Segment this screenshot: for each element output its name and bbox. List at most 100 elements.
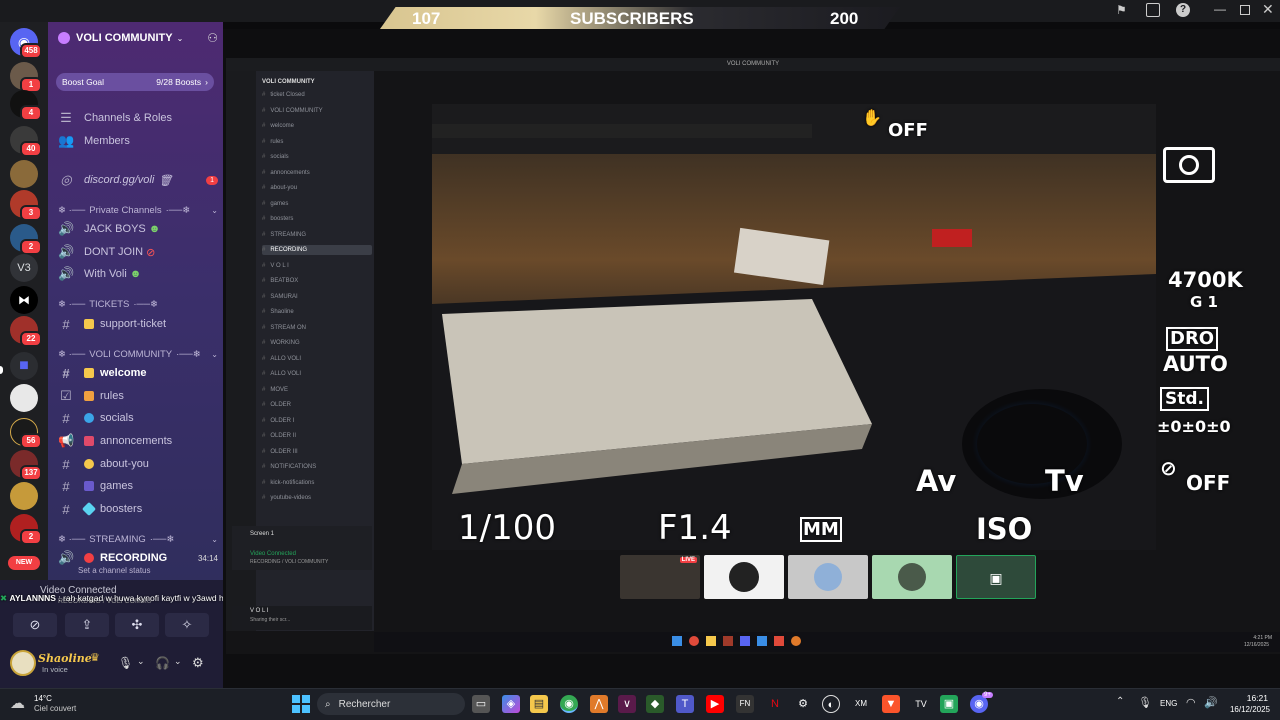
clock-time[interactable]: 16:21: [1226, 693, 1268, 703]
language-indicator[interactable]: ENG: [1160, 699, 1177, 708]
brave-icon[interactable]: ▼: [882, 695, 900, 713]
participant-thumbnail[interactable]: ▣: [956, 555, 1036, 599]
app-icon[interactable]: FN: [736, 695, 754, 713]
start-button[interactable]: [292, 695, 310, 713]
inner-channel-item[interactable]: # annoncements: [262, 168, 372, 178]
inner-channel-item[interactable]: # SAMURAI: [262, 292, 372, 302]
category-private[interactable]: ❄ ·── Private Channels ·──❄ ⌄: [58, 205, 218, 216]
server-icon[interactable]: 22: [10, 316, 42, 347]
soundboard-button[interactable]: ✧: [165, 613, 209, 637]
tradingview-icon[interactable]: TV: [912, 695, 930, 713]
flag-icon[interactable]: ⚑: [1116, 3, 1130, 17]
server-icon[interactable]: [10, 384, 38, 412]
server-icon[interactable]: 2: [10, 224, 42, 255]
channel-rules[interactable]: ☑ rules: [58, 386, 218, 406]
weather-temp[interactable]: 14°C: [34, 694, 52, 703]
participant-thumbnail[interactable]: [788, 555, 868, 599]
tray-mic-icon[interactable]: 🎙: [1138, 696, 1152, 709]
server-icon[interactable]: 1: [10, 62, 42, 93]
server-icon[interactable]: 3: [10, 190, 42, 221]
inner-channel-item[interactable]: # STREAMING: [262, 230, 372, 240]
inner-channel-item[interactable]: # welcome: [262, 121, 372, 131]
voice-channel-jack-boys[interactable]: 🔊 JACK BOYS ☻: [58, 219, 218, 239]
copilot-icon[interactable]: ◈: [502, 695, 520, 713]
inner-channel-item[interactable]: # ALLO VOLI: [262, 354, 372, 364]
inner-channel-item[interactable]: # games: [262, 199, 372, 209]
app-icon[interactable]: XM: [852, 695, 870, 713]
voice-channel-dont-join[interactable]: 🔊 DONT JOIN ⊘: [58, 242, 218, 262]
category-tickets[interactable]: ❄ ·── TICKETS ·──❄: [58, 299, 218, 310]
server-icon[interactable]: ⧓: [10, 286, 38, 314]
obs-icon[interactable]: ◐: [822, 695, 840, 713]
close-button[interactable]: ✕: [1262, 1, 1274, 18]
activities-button[interactable]: ✣: [115, 613, 159, 637]
inner-channel-item[interactable]: # NOTIFICATIONS: [262, 462, 372, 472]
volume-icon[interactable]: 🔊: [1204, 696, 1218, 709]
members-link[interactable]: 👥 Members: [58, 131, 218, 151]
chevron-down-icon[interactable]: ⌄: [137, 656, 145, 667]
wifi-icon[interactable]: ◠: [1186, 696, 1196, 709]
server-icon[interactable]: 40: [10, 126, 42, 157]
app-icon[interactable]: ∨: [618, 695, 636, 713]
clock-date[interactable]: 16/12/2025: [1224, 705, 1270, 714]
server-icon[interactable]: 56: [10, 418, 42, 449]
home-button[interactable]: ◉ 458: [10, 28, 42, 59]
settings-gear-icon[interactable]: ⚙: [192, 655, 204, 671]
channels-roles-link[interactable]: ☰ Channels & Roles: [58, 108, 218, 128]
inner-channel-item[interactable]: # ticket Closed: [262, 90, 372, 100]
maximize-button[interactable]: [1240, 5, 1250, 15]
channel-games[interactable]: # games: [58, 476, 218, 496]
inner-channel-item[interactable]: # OLDER II: [262, 431, 372, 441]
inner-channel-item[interactable]: # RECORDING: [262, 245, 372, 255]
inner-channel-item[interactable]: # STREAM ON: [262, 323, 372, 333]
minimize-button[interactable]: —: [1214, 2, 1226, 16]
voice-channel-with-voli[interactable]: 🔊 With Voli ☻: [58, 264, 218, 284]
folder-icon[interactable]: ■: [10, 352, 38, 380]
server-header[interactable]: VOLI COMMUNITY ⌄ ⚇: [58, 30, 218, 46]
participant-thumbnail[interactable]: [872, 555, 952, 599]
inner-channel-item[interactable]: # OLDER I: [262, 416, 372, 426]
youtube-icon[interactable]: ▶: [706, 695, 724, 713]
headphones-icon[interactable]: 🎧: [155, 656, 170, 670]
inner-channel-item[interactable]: # VOLI COMMUNITY: [262, 106, 372, 116]
server-icon[interactable]: [10, 482, 38, 510]
inner-channel-item[interactable]: # V O L I: [262, 261, 372, 271]
inner-channel-item[interactable]: # kick-notifications: [262, 478, 372, 488]
channel-boosters[interactable]: # boosters: [58, 499, 218, 519]
netflix-icon[interactable]: N: [766, 695, 784, 713]
inner-channel-item[interactable]: # boosters: [262, 214, 372, 224]
channel-socials[interactable]: # socials: [58, 408, 218, 428]
stream-thumbnail[interactable]: LIVE: [620, 555, 700, 599]
file-explorer-icon[interactable]: ▤: [530, 695, 548, 713]
server-icon[interactable]: 137: [10, 450, 42, 481]
app-icon[interactable]: ▣: [940, 695, 958, 713]
task-view-icon[interactable]: ▭: [472, 695, 490, 713]
inner-channel-item[interactable]: # Shaoline: [262, 307, 372, 317]
tray-chevron-icon[interactable]: ⌃: [1116, 696, 1124, 707]
server-icon[interactable]: 2: [10, 514, 42, 545]
weather-desc[interactable]: Ciel couvert: [34, 704, 76, 713]
inner-channel-item[interactable]: # about-you: [262, 183, 372, 193]
add-member-icon[interactable]: ⚇: [207, 31, 218, 45]
help-icon[interactable]: ?: [1176, 3, 1190, 17]
inner-channel-item[interactable]: # ALLO VOLI: [262, 369, 372, 379]
inner-channel-item[interactable]: # rules: [262, 137, 372, 147]
category-voli-community[interactable]: ❄ ·── VOLI COMMUNITY ·──❄ ⌄: [58, 349, 218, 360]
app-icon[interactable]: ⋀: [590, 695, 608, 713]
steam-icon[interactable]: ⚙: [794, 695, 812, 713]
channel-welcome[interactable]: # welcome: [58, 363, 218, 383]
server-icon[interactable]: [10, 160, 38, 188]
camera-off-button[interactable]: ⊘: [13, 613, 57, 637]
inner-channel-item[interactable]: # OLDER: [262, 400, 372, 410]
participant-thumbnail[interactable]: [704, 555, 784, 599]
channel-status-prompt[interactable]: Set a channel status: [78, 566, 151, 575]
chrome-icon[interactable]: ◉: [560, 695, 578, 713]
inner-channel-item[interactable]: # WORKING: [262, 338, 372, 348]
user-avatar[interactable]: [10, 650, 36, 676]
inner-channel-item[interactable]: # OLDER III: [262, 447, 372, 457]
inbox-icon[interactable]: [1146, 3, 1160, 17]
voice-channel-recording[interactable]: 🔊 RECORDING 34:14: [58, 548, 218, 568]
boost-goal-bar[interactable]: Boost Goal 9/28 Boosts ›: [56, 73, 214, 91]
invite-link[interactable]: ◎ discord.gg/voli 🗑 1: [58, 170, 218, 190]
server-icon[interactable]: V3: [10, 254, 38, 282]
